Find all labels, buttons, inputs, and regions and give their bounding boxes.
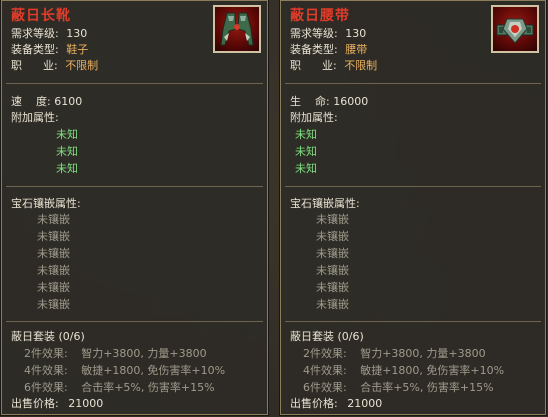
- extra-attr-label: 附加属性:: [11, 111, 59, 124]
- set-effect-label: 4件效果:: [24, 364, 68, 377]
- price-value: 21000: [347, 397, 383, 410]
- price-label: 出售价格:: [11, 397, 59, 410]
- job-label: 职 业:: [11, 59, 58, 72]
- job-value: 不限制: [344, 59, 378, 72]
- divider: [6, 321, 263, 322]
- gem-slot: 未镶嵌: [316, 281, 349, 294]
- gem-label: 宝石镶嵌属性:: [290, 197, 360, 210]
- req-level-value: 130: [345, 27, 367, 40]
- equip-type-label: 装备类型:: [11, 43, 59, 56]
- extra-attr-item: 未知: [56, 128, 78, 141]
- gem-slot: 未镶嵌: [37, 213, 70, 226]
- extra-attr-item: 未知: [56, 145, 78, 158]
- extra-attr-item: 未知: [56, 162, 78, 175]
- divider: [285, 321, 541, 322]
- req-level-value: 130: [66, 27, 88, 40]
- job-label: 职 业:: [290, 59, 337, 72]
- set-effect-row: 2件效果: 智力+3800, 力量+3800: [303, 346, 486, 362]
- set-effect-label: 6件效果:: [24, 381, 68, 394]
- set-effect-value: 敏捷+1800, 免伤害率+10%: [81, 364, 226, 377]
- extra-attr-item: 未知: [295, 145, 317, 158]
- set-effect-row: 6件效果: 合击率+5%, 伤害率+15%: [24, 380, 215, 396]
- extra-attr-label: 附加属性:: [290, 111, 338, 124]
- stat-value: 6100: [54, 95, 83, 108]
- set-effect-value: 敏捷+1800, 免伤害率+10%: [360, 364, 505, 377]
- equip-type-value: 鞋子: [66, 43, 89, 56]
- set-effect-row: 2件效果: 智力+3800, 力量+3800: [24, 346, 207, 362]
- gem-label: 宝石镶嵌属性:: [11, 197, 81, 210]
- gem-slot: 未镶嵌: [316, 298, 349, 311]
- gem-slot: 未镶嵌: [316, 230, 349, 243]
- belt-icon: [491, 5, 539, 53]
- set-effect-value: 智力+3800, 力量+3800: [81, 347, 207, 360]
- extra-attr-item: 未知: [295, 162, 317, 175]
- gem-slot: 未镶嵌: [37, 264, 70, 277]
- set-effect-label: 6件效果:: [303, 381, 347, 394]
- stat-label: 速 度:: [11, 95, 51, 108]
- gem-slot: 未镶嵌: [37, 281, 70, 294]
- set-label: 蔽日套装 (0/6): [11, 330, 85, 343]
- set-effect-value: 合击率+5%, 伤害率+15%: [360, 381, 494, 394]
- set-effect-label: 4件效果:: [303, 364, 347, 377]
- divider: [285, 186, 541, 187]
- gem-slot: 未镶嵌: [316, 247, 349, 260]
- gem-slot: 未镶嵌: [316, 213, 349, 226]
- equip-type-value: 腰带: [345, 43, 368, 56]
- item-title: 蔽日腰带: [290, 8, 350, 24]
- gem-slot: 未镶嵌: [37, 247, 70, 260]
- divider: [285, 83, 541, 84]
- divider: [6, 83, 263, 84]
- set-effect-row: 6件效果: 合击率+5%, 伤害率+15%: [303, 380, 494, 396]
- item-tooltip-belt: 蔽日腰带 需求等级: 130 装备类型: 腰带 职 业: 不限制 生 命: 16…: [279, 0, 547, 416]
- boots-icon: [213, 5, 261, 53]
- extra-attr-item: 未知: [295, 128, 317, 141]
- item-title: 蔽日长靴: [11, 8, 71, 24]
- req-level-label: 需求等级:: [11, 27, 59, 40]
- equip-type-label: 装备类型:: [290, 43, 338, 56]
- stat-value: 16000: [333, 95, 369, 108]
- gem-slot: 未镶嵌: [37, 230, 70, 243]
- set-label: 蔽日套装 (0/6): [290, 330, 364, 343]
- item-tooltip-boots: 蔽日长靴 需求等级: 130 装备类型: 鞋子 职 业: 不限制 速 度: 61…: [0, 0, 269, 416]
- job-value: 不限制: [65, 59, 99, 72]
- set-effect-value: 合击率+5%, 伤害率+15%: [81, 381, 215, 394]
- set-effect-label: 2件效果:: [24, 347, 68, 360]
- set-effect-label: 2件效果:: [303, 347, 347, 360]
- set-effect-value: 智力+3800, 力量+3800: [360, 347, 486, 360]
- gem-slot: 未镶嵌: [37, 298, 70, 311]
- gem-slot: 未镶嵌: [316, 264, 349, 277]
- set-effect-row: 4件效果: 敏捷+1800, 免伤害率+10%: [303, 363, 504, 379]
- price-value: 21000: [68, 397, 104, 410]
- price-label: 出售价格:: [290, 397, 338, 410]
- set-effect-row: 4件效果: 敏捷+1800, 免伤害率+10%: [24, 363, 225, 379]
- divider: [6, 186, 263, 187]
- stat-label: 生 命:: [290, 95, 330, 108]
- req-level-label: 需求等级:: [290, 27, 338, 40]
